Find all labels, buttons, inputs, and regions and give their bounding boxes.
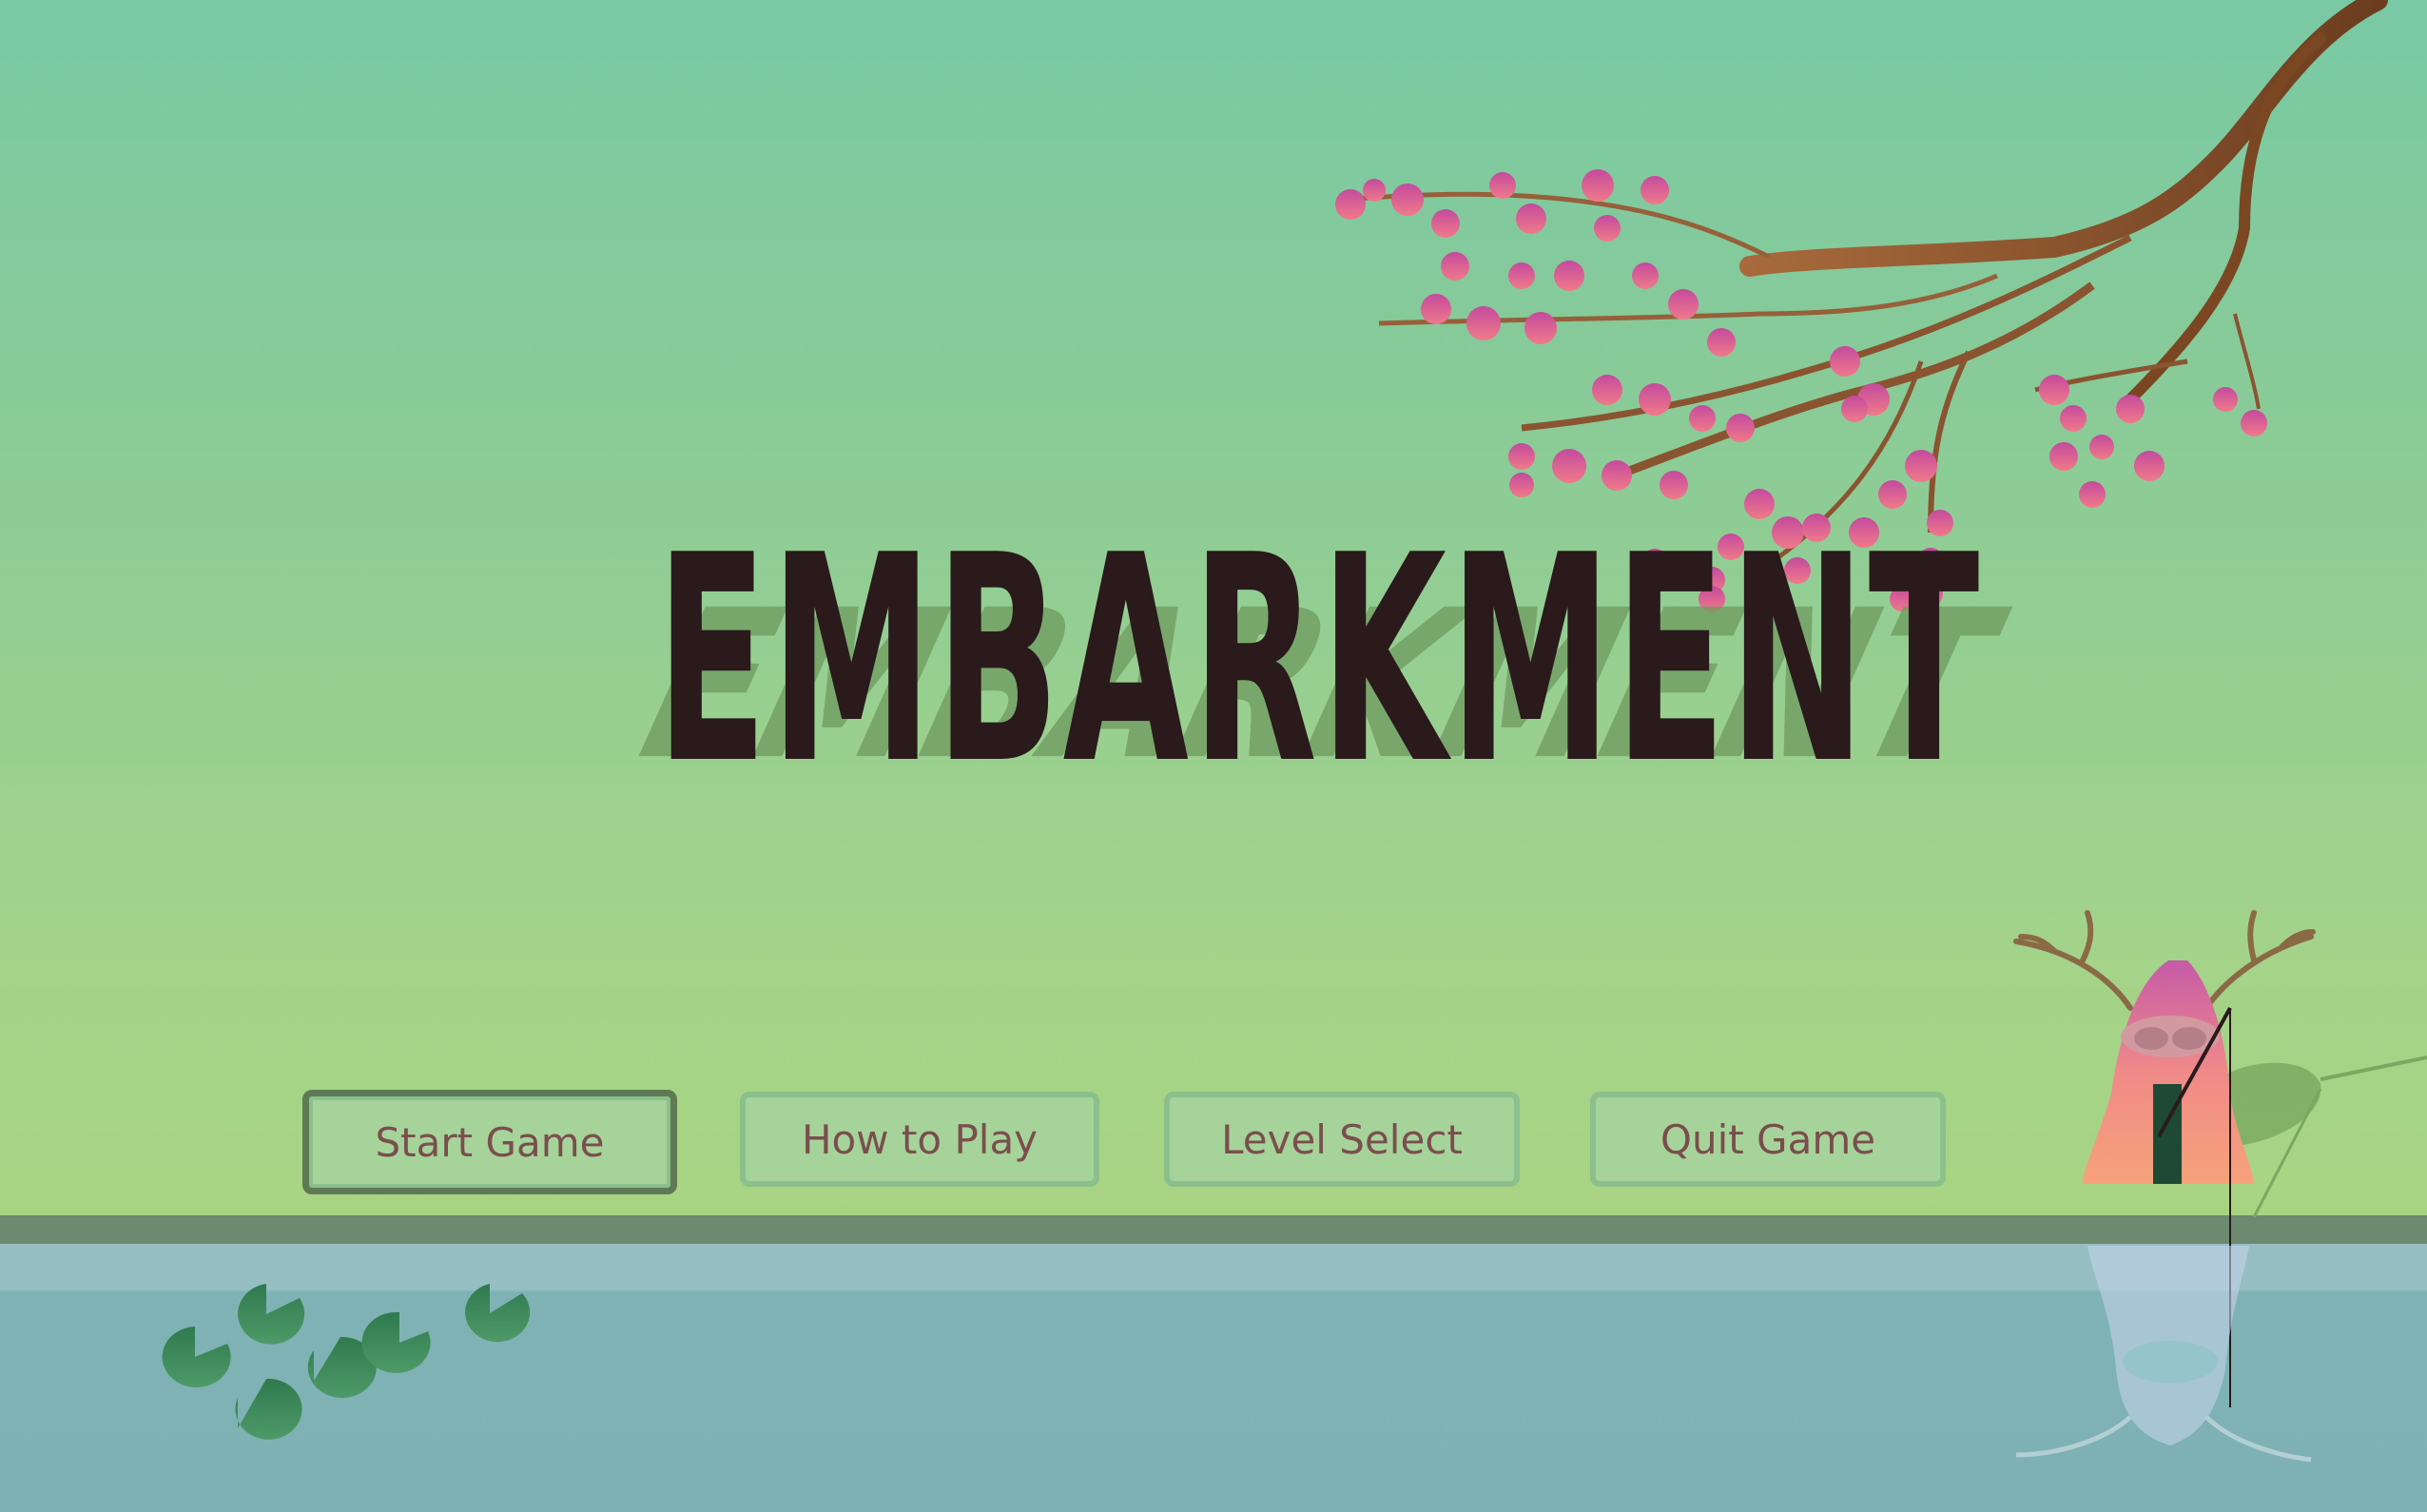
lily-pad-icon — [162, 1284, 531, 1440]
title-screen: EMBARKMENT EMBARKMENT Start Game How to … — [0, 0, 2427, 1512]
quit-game-button[interactable]: Quit Game — [1590, 1092, 1946, 1187]
level-select-button[interactable]: Level Select — [1164, 1092, 1520, 1187]
how-to-play-button[interactable]: How to Play — [740, 1092, 1099, 1187]
start-game-button[interactable]: Start Game — [302, 1090, 677, 1194]
fisher-character-icon — [162, 910, 2427, 1463]
